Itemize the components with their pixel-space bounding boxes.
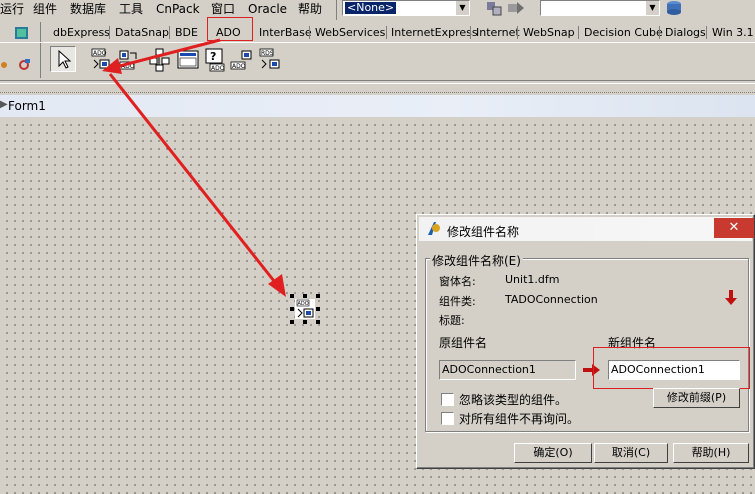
close-icon: ✕ bbox=[728, 220, 740, 235]
dont-ask-checkbox[interactable] bbox=[441, 412, 454, 425]
caption-label: 标题: bbox=[439, 314, 465, 327]
dont-ask-label: 对所有组件不再询问。 bbox=[459, 412, 580, 426]
modify-prefix-button[interactable]: 修改前缀(P) bbox=[653, 388, 740, 408]
class-value: TADOConnection bbox=[505, 293, 598, 306]
rename-component-dialog: 修改组件名称 ✕ 修改组件名称(E) 窗体名: Unit1.dfm 组件类: T… bbox=[416, 214, 755, 469]
delphi-icon bbox=[428, 222, 440, 235]
ok-button[interactable]: 确定(O) bbox=[514, 443, 592, 463]
dialog-titlebar[interactable]: 修改组件名称 ✕ bbox=[419, 217, 754, 241]
old-name-field: ADOConnection1 bbox=[439, 360, 576, 380]
arrow-down-icon bbox=[725, 290, 737, 305]
form-name-label: 窗体名: bbox=[439, 275, 476, 288]
cancel-button[interactable]: 取消(C) bbox=[594, 443, 668, 463]
dialog-title: 修改组件名称 bbox=[447, 225, 520, 239]
annotation-arrowhead bbox=[102, 58, 122, 74]
ignore-type-label: 忽略该类型的组件。 bbox=[459, 393, 568, 407]
group-title: 修改组件名称(E) bbox=[430, 252, 523, 269]
ignore-type-checkbox[interactable] bbox=[441, 393, 454, 406]
form-name-value: Unit1.dfm bbox=[505, 273, 560, 286]
annotation-arrow-line bbox=[108, 73, 280, 287]
help-button[interactable]: 帮助(H) bbox=[673, 443, 749, 463]
old-name-label: 原组件名 bbox=[439, 336, 488, 350]
class-label: 组件类: bbox=[439, 295, 476, 308]
annotation-arrow-line bbox=[111, 38, 221, 70]
close-button[interactable]: ✕ bbox=[714, 218, 754, 238]
new-name-highlight bbox=[593, 347, 750, 389]
